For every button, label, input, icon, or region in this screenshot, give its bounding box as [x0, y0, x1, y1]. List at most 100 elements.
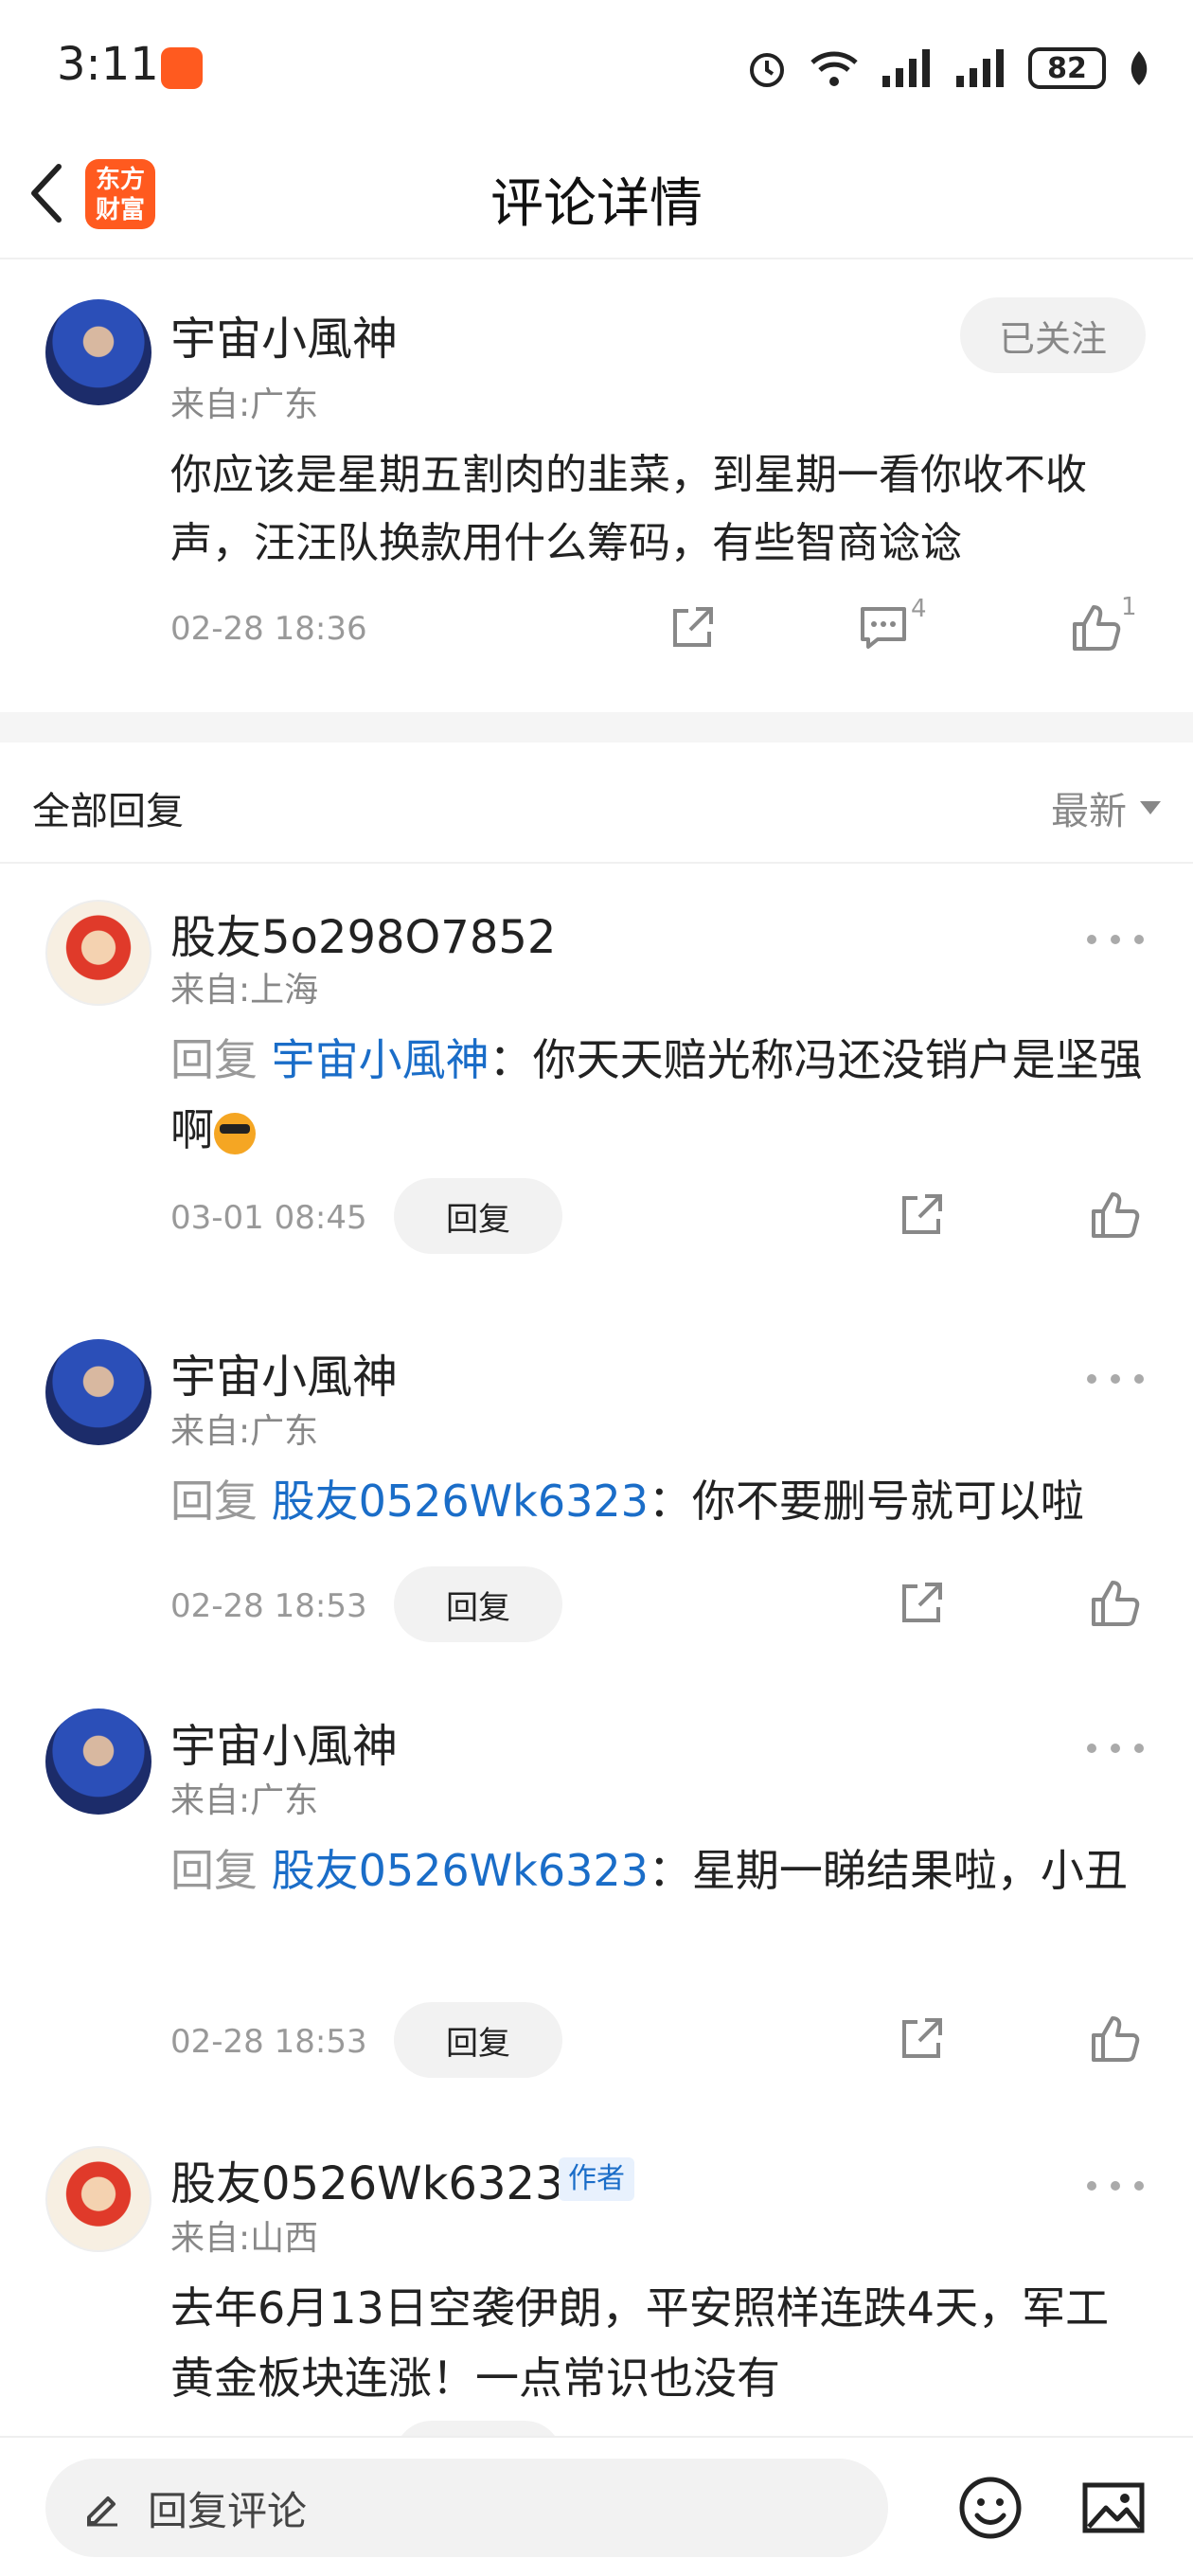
- dot-icon: [1111, 1744, 1120, 1753]
- more-options-button[interactable]: [1087, 2176, 1144, 2195]
- reply-region: 来自:山西: [170, 2219, 319, 2258]
- like-button[interactable]: [1062, 595, 1129, 661]
- leaf-icon: [1131, 51, 1148, 85]
- share-button[interactable]: [888, 1570, 954, 1637]
- dot-icon: [1087, 1374, 1096, 1384]
- status-time: 3:11: [57, 38, 159, 91]
- author-badge: 作者: [559, 2157, 634, 2201]
- dot-icon: [1111, 1374, 1120, 1384]
- more-options-button[interactable]: [1087, 1739, 1144, 1758]
- battery-indicator: 82: [1028, 47, 1106, 89]
- mention-link[interactable]: 宇宙小風神: [272, 1034, 490, 1085]
- reply-time: 02-28 18:53: [170, 1587, 367, 1625]
- like-button[interactable]: [1081, 1182, 1148, 1248]
- comment-count: 4: [911, 595, 927, 623]
- section-divider: [0, 712, 1193, 742]
- reply-item: 股友5o298O7852 来自:上海 回复 宇宙小風神：你天天赔光称冯还没销户是…: [0, 866, 1193, 1297]
- reply-time: 02-28 18:53: [170, 2023, 367, 2061]
- thumbs-up-icon: [1092, 1192, 1140, 1238]
- image-icon: [1082, 2482, 1145, 2533]
- signal-icon-2: [956, 49, 1004, 87]
- comment-author[interactable]: 宇宙小風神: [170, 301, 398, 367]
- reply-author[interactable]: 股友5o298O7852: [170, 900, 556, 966]
- like-count: 1: [1121, 593, 1137, 621]
- reply-time: 03-01 08:45: [170, 1199, 367, 1237]
- sunglasses-emoji-icon: [214, 1112, 256, 1154]
- reply-region: 来自:广东: [170, 1781, 319, 1820]
- reply-button[interactable]: 回复: [394, 1178, 562, 1254]
- emoji-button[interactable]: [956, 2474, 1024, 2542]
- comment-icon: [861, 607, 906, 649]
- reply-button[interactable]: 回复: [394, 1566, 562, 1642]
- nav-header: 东方 财富 评论详情: [0, 133, 1193, 259]
- mention-link[interactable]: 股友0526Wk6323: [272, 1845, 649, 1896]
- comment-text: 你应该是星期五割肉的韭菜，到星期一看你收不收声，汪汪队换款用什么筹码，有些智商谂…: [170, 451, 1087, 567]
- reply-item: 股友0526Wk6323 作者 来自:山西 去年6月13日空袭伊朗，平安照样连跌…: [0, 2102, 1193, 2436]
- reply-comment-input[interactable]: 回复评论: [45, 2459, 888, 2557]
- thumbs-up-icon: [1092, 2016, 1140, 2062]
- avatar[interactable]: [45, 1708, 151, 1815]
- more-options-button[interactable]: [1087, 930, 1144, 949]
- reply-text: 回复 股友0526Wk6323：星期一睇结果啦，小丑: [170, 1845, 1128, 1896]
- avatar[interactable]: [45, 1339, 151, 1445]
- dot-icon: [1087, 2181, 1096, 2191]
- dot-icon: [1134, 935, 1144, 944]
- comment-region: 来自:广东: [170, 385, 319, 424]
- reply-item: 宇宙小風神 来自:广东 回复 股友0526Wk6323：星期一睇结果啦，小丑 0…: [0, 1667, 1193, 2102]
- alarm-icon: [750, 53, 784, 87]
- reply-author[interactable]: 股友0526Wk6323: [170, 2146, 564, 2212]
- reply-text: 去年6月13日空袭伊朗，平安照样连跌4天，军工黄金板块连涨！一点常识也没有: [170, 2282, 1110, 2404]
- dot-icon: [1111, 935, 1120, 944]
- share-button[interactable]: [659, 595, 725, 661]
- signal-icon: [882, 49, 930, 87]
- sort-label: 最新: [1051, 790, 1127, 833]
- share-icon: [902, 1194, 942, 1234]
- avatar[interactable]: [45, 299, 151, 405]
- reply-region: 来自:广东: [170, 1412, 319, 1451]
- main-comment: 宇宙小風神 来自:广东 已关注 你应该是星期五割肉的韭菜，到星期一看你收不收声，…: [0, 261, 1193, 712]
- share-button[interactable]: [888, 2006, 954, 2072]
- reply-author[interactable]: 宇宙小風神: [170, 1708, 398, 1775]
- thumbs-up-icon: [1073, 605, 1121, 651]
- share-button[interactable]: [888, 1182, 954, 1248]
- dot-icon: [1111, 2181, 1120, 2191]
- reply-text: 回复 宇宙小風神：你天天赔光称冯还没销户是坚强啊: [170, 1034, 1143, 1155]
- more-options-button[interactable]: [1087, 1369, 1144, 1388]
- like-button[interactable]: [1081, 2006, 1148, 2072]
- wifi-icon: [810, 51, 858, 86]
- reply-item: 宇宙小風神 来自:广东 回复 股友0526Wk6323：你不要删号就可以啦 02…: [0, 1297, 1193, 1667]
- app-notification-icon: [161, 47, 203, 89]
- avatar[interactable]: [45, 900, 151, 1006]
- pencil-icon: [87, 2496, 117, 2527]
- mention-link[interactable]: 股友0526Wk6323: [272, 1476, 649, 1527]
- reply-text: 回复 股友0526Wk6323：你不要删号就可以啦: [170, 1476, 1084, 1527]
- avatar[interactable]: [45, 2146, 151, 2252]
- reply-input-placeholder: 回复评论: [148, 2487, 308, 2534]
- dot-icon: [1134, 1374, 1144, 1384]
- bottom-input-bar: 回复评论: [0, 2436, 1193, 2576]
- follow-button[interactable]: 已关注: [960, 297, 1146, 373]
- share-icon: [902, 1583, 942, 1622]
- replies-title: 全部回复: [32, 790, 184, 833]
- share-icon: [673, 607, 713, 647]
- comment-button[interactable]: [850, 595, 917, 661]
- dot-icon: [1087, 1744, 1096, 1753]
- status-bar: 3:11 82: [0, 0, 1193, 133]
- dot-icon: [1134, 1744, 1144, 1753]
- replies-header: 全部回复 最新: [0, 742, 1193, 864]
- like-button[interactable]: [1081, 1570, 1148, 1637]
- sort-dropdown[interactable]: 最新: [1051, 780, 1161, 835]
- reply-author[interactable]: 宇宙小風神: [170, 1339, 398, 1405]
- smiley-icon: [959, 2477, 1022, 2539]
- share-icon: [902, 2018, 942, 2058]
- reply-region: 来自:上海: [170, 971, 319, 1010]
- reply-button[interactable]: [394, 2421, 562, 2436]
- caret-down-icon: [1140, 801, 1161, 814]
- page-title: 评论详情: [490, 173, 703, 235]
- image-button[interactable]: [1079, 2474, 1148, 2542]
- dot-icon: [1087, 935, 1096, 944]
- thumbs-up-icon: [1092, 1581, 1140, 1626]
- dot-icon: [1134, 2181, 1144, 2191]
- reply-button[interactable]: 回复: [394, 2002, 562, 2078]
- status-icons: 82: [746, 42, 1151, 95]
